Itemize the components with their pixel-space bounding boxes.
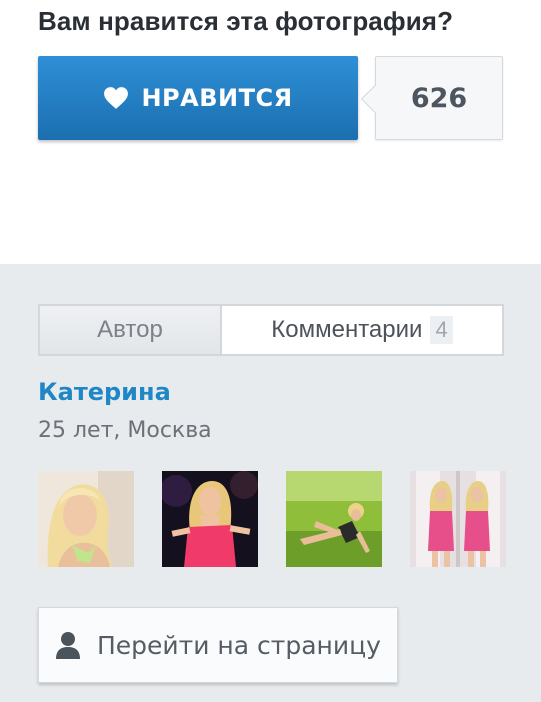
tab-comments[interactable]: Комментарии 4 — [222, 306, 502, 354]
tab-author[interactable]: Автор — [40, 306, 222, 354]
photo-thumbnail-3[interactable] — [286, 471, 382, 567]
like-count-box: 626 — [360, 56, 503, 140]
go-to-profile-label: Перейти на страницу — [97, 630, 381, 660]
photo-4-image — [410, 471, 506, 567]
profile-panel: Автор Комментарии 4 Катерина 25 лет, Мос… — [0, 264, 541, 702]
author-name[interactable]: Катерина — [38, 378, 171, 406]
photo-2-image — [162, 471, 258, 567]
like-count: 626 — [410, 82, 468, 114]
profile-tabs: Автор Комментарии 4 — [38, 304, 504, 356]
heart-icon — [104, 87, 129, 109]
tab-comments-label: Комментарии — [271, 316, 423, 343]
like-button-label: НРАВИТСЯ — [141, 84, 293, 112]
count-pointer — [360, 84, 390, 114]
photo-thumbnail-1[interactable] — [38, 471, 134, 567]
photo-3-image — [286, 471, 382, 567]
comments-count-badge: 4 — [430, 316, 453, 344]
photo-thumbnail-2[interactable] — [162, 471, 258, 567]
photo-1-image — [38, 471, 134, 567]
like-question-heading: Вам нравится эта фотография? — [38, 6, 454, 36]
tab-author-label: Автор — [97, 316, 163, 343]
like-button[interactable]: НРАВИТСЯ — [38, 56, 358, 140]
photo-thumbnail-4[interactable] — [410, 471, 506, 567]
author-age-city: 25 лет, Москва — [38, 418, 212, 443]
go-to-profile-button[interactable]: Перейти на страницу — [38, 607, 398, 683]
user-icon — [56, 632, 80, 659]
